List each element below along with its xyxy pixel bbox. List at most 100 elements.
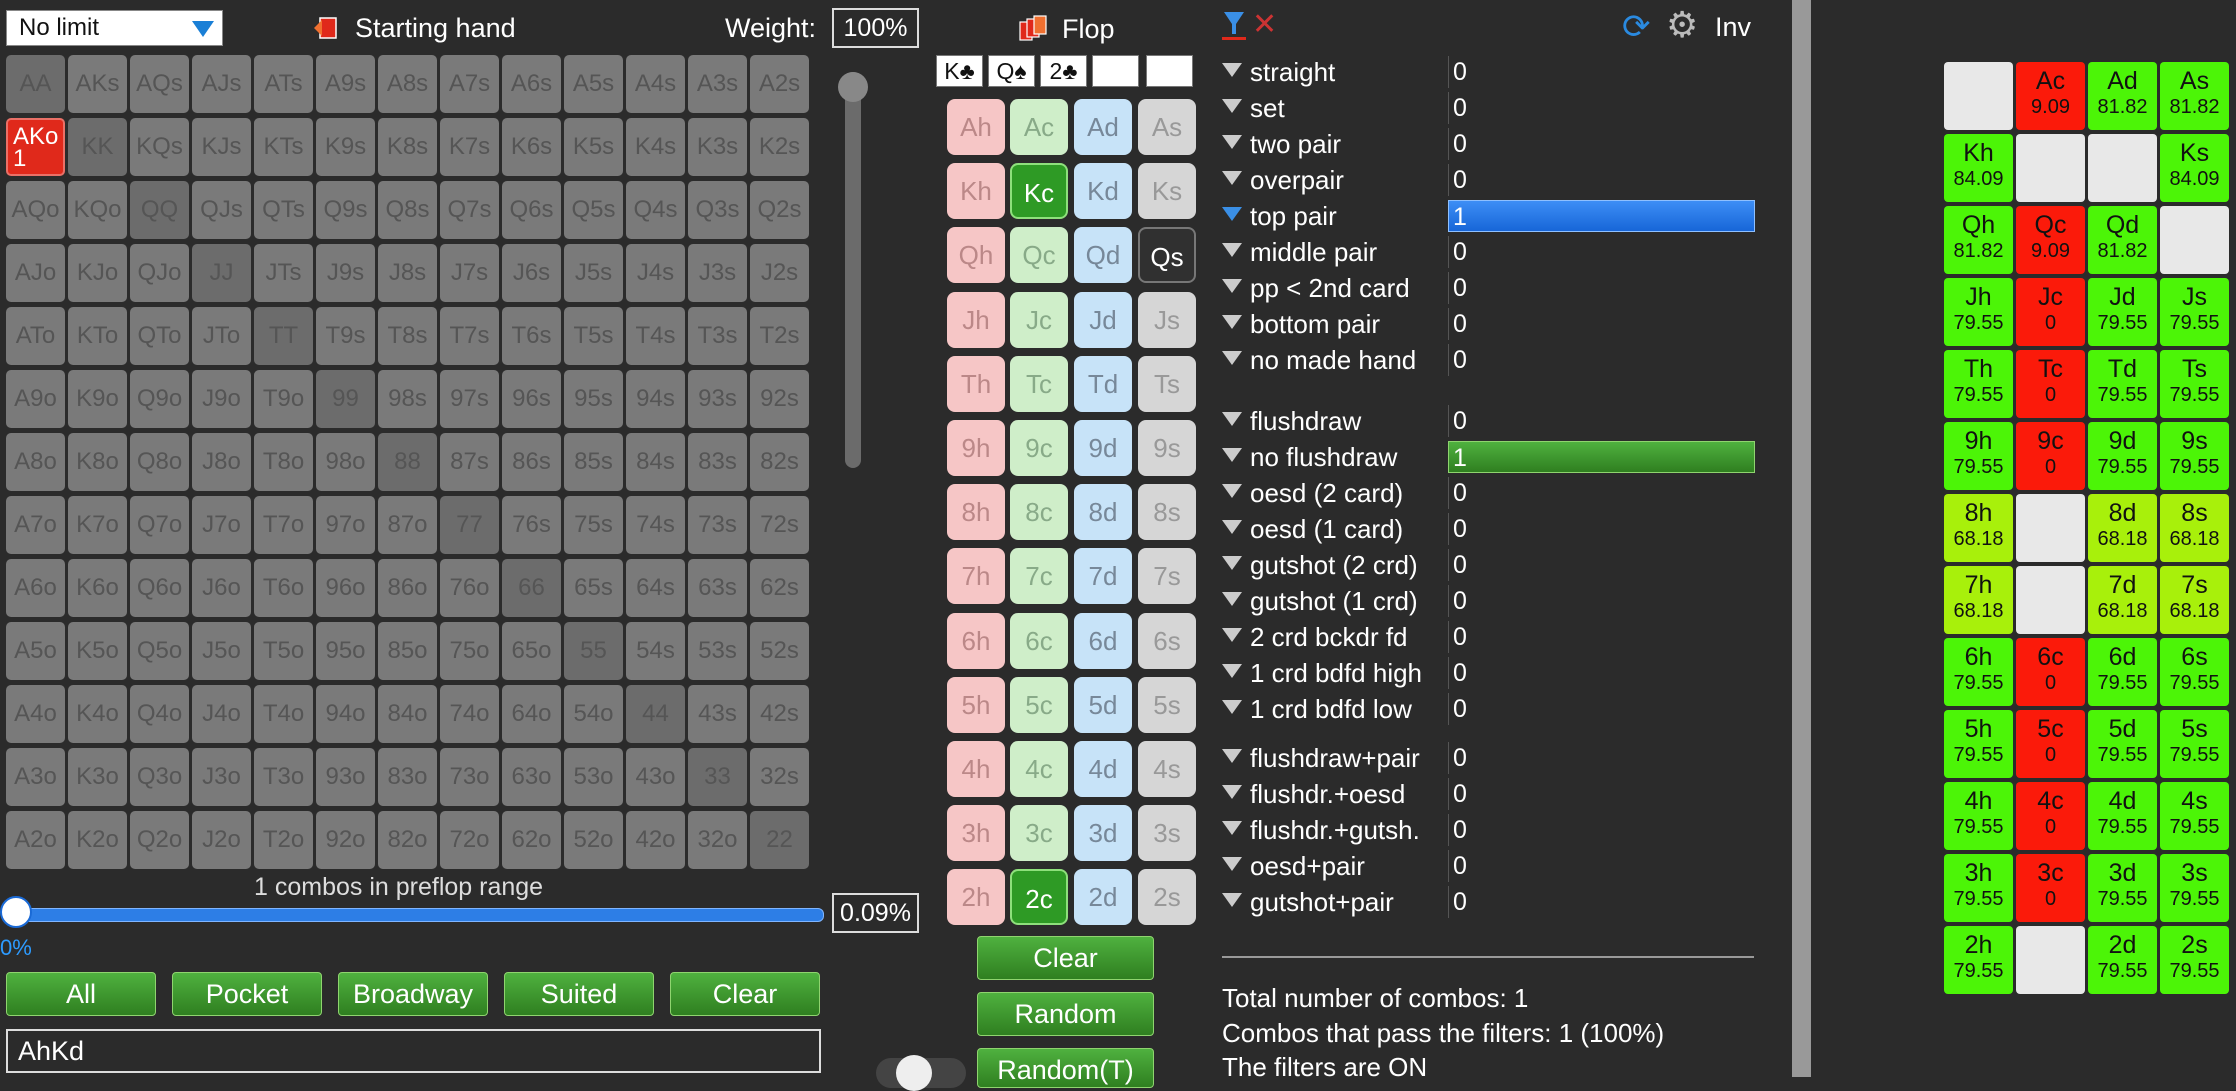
hand-cell[interactable]: 98s bbox=[378, 370, 437, 428]
hand-cell[interactable]: K5s bbox=[564, 118, 623, 176]
filter-icon[interactable] bbox=[1222, 821, 1242, 835]
hand-cell[interactable]: K5o bbox=[68, 622, 127, 680]
hand-cell[interactable]: 93s bbox=[688, 370, 747, 428]
hand-cell[interactable]: 74o bbox=[440, 685, 499, 743]
hand-cell[interactable]: K3o bbox=[68, 748, 127, 806]
clear-filters-icon[interactable]: ✕ bbox=[1252, 10, 1277, 40]
hand-cell[interactable]: Q4s bbox=[626, 181, 685, 239]
hand-cell[interactable]: 54s bbox=[626, 622, 685, 680]
hand-cell[interactable]: K9s bbox=[316, 118, 375, 176]
hand-cell[interactable]: 83o bbox=[378, 748, 437, 806]
equity-cell[interactable]: Tc 0 bbox=[2016, 350, 2085, 418]
filter-row[interactable]: bottom pair bbox=[1222, 307, 1380, 341]
hand-cell[interactable]: A4o bbox=[6, 685, 65, 743]
equity-cell[interactable] bbox=[2016, 926, 2085, 994]
filter-row[interactable]: flushdr.+gutsh. bbox=[1222, 813, 1420, 847]
card-7s[interactable]: 7s bbox=[1138, 548, 1196, 605]
suited-button[interactable]: Suited bbox=[504, 972, 654, 1016]
hand-cell[interactable]: 32o bbox=[688, 811, 747, 869]
hand-cell[interactable]: K7o bbox=[68, 496, 127, 554]
filter-icon[interactable] bbox=[1222, 315, 1242, 329]
hand-cell[interactable]: 87o bbox=[378, 496, 437, 554]
hand-cell[interactable]: 83s bbox=[688, 433, 747, 491]
equity-cell[interactable]: 9c 0 bbox=[2016, 422, 2085, 490]
equity-cell[interactable]: 8d 68.18 bbox=[2088, 494, 2157, 562]
hand-cell[interactable]: A6s bbox=[502, 55, 561, 113]
hand-cell[interactable]: 43s bbox=[688, 685, 747, 743]
hand-cell[interactable]: 92o bbox=[316, 811, 375, 869]
hand-cell[interactable]: A9s bbox=[316, 55, 375, 113]
hand-cell[interactable]: T7o bbox=[254, 496, 313, 554]
filter-row[interactable]: gutshot (2 crd) bbox=[1222, 548, 1418, 582]
filter-row[interactable]: oesd (1 card) bbox=[1222, 512, 1403, 546]
hand-cell[interactable]: 74s bbox=[626, 496, 685, 554]
equity-cell[interactable] bbox=[2160, 206, 2229, 274]
flop-cards-icon[interactable] bbox=[1018, 14, 1048, 44]
starting-hand-icon[interactable] bbox=[312, 14, 340, 42]
filter-row[interactable]: middle pair bbox=[1222, 235, 1377, 269]
hand-cell[interactable]: KQs bbox=[130, 118, 189, 176]
hand-cell[interactable]: A8s bbox=[378, 55, 437, 113]
equity-cell[interactable]: Qc 9.09 bbox=[2016, 206, 2085, 274]
broadway-button[interactable]: Broadway bbox=[338, 972, 488, 1016]
range-slider-track[interactable] bbox=[10, 908, 824, 922]
gear-icon[interactable]: ⚙ bbox=[1666, 6, 1698, 44]
hand-text-input[interactable]: AhKd bbox=[6, 1029, 821, 1073]
hand-cell[interactable]: T3o bbox=[254, 748, 313, 806]
filter-icon[interactable] bbox=[1222, 207, 1242, 221]
hand-cell[interactable]: 98o bbox=[316, 433, 375, 491]
filter-row[interactable]: gutshot+pair bbox=[1222, 885, 1394, 919]
toggle-knob[interactable] bbox=[896, 1055, 932, 1091]
card-5h[interactable]: 5h bbox=[947, 676, 1005, 733]
equity-cell[interactable] bbox=[2016, 566, 2085, 634]
card-7c[interactable]: 7c bbox=[1010, 548, 1068, 605]
hand-cell[interactable]: AA bbox=[6, 55, 65, 113]
hand-cell[interactable]: A2o bbox=[6, 811, 65, 869]
hand-cell[interactable]: AQo bbox=[6, 181, 65, 239]
filter-row[interactable]: 1 crd bdfd low bbox=[1222, 692, 1412, 726]
hand-cell[interactable]: J7s bbox=[440, 244, 499, 302]
equity-cell[interactable]: 6d 79.55 bbox=[2088, 638, 2157, 706]
filter-icon[interactable] bbox=[1222, 556, 1242, 570]
hand-cell[interactable]: 96o bbox=[316, 559, 375, 617]
hand-cell[interactable]: Q8s bbox=[378, 181, 437, 239]
equity-cell[interactable] bbox=[1944, 62, 2013, 130]
hand-cell[interactable]: 65o bbox=[502, 622, 561, 680]
card-6d[interactable]: 6d bbox=[1074, 612, 1132, 669]
filter-icon[interactable] bbox=[1222, 351, 1242, 365]
hand-cell[interactable]: 88 bbox=[378, 433, 437, 491]
hand-cell[interactable]: A5o bbox=[6, 622, 65, 680]
random-t-button[interactable]: Random(T) bbox=[977, 1048, 1154, 1088]
hand-cell[interactable]: K8o bbox=[68, 433, 127, 491]
equity-cell[interactable]: 2s 79.55 bbox=[2160, 926, 2229, 994]
filter-icon[interactable] bbox=[1222, 785, 1242, 799]
hand-cell[interactable]: 93o bbox=[316, 748, 375, 806]
board-card-2[interactable]: Q♠ bbox=[988, 55, 1035, 87]
hand-cell[interactable]: 87s bbox=[440, 433, 499, 491]
equity-cell[interactable]: Ad 81.82 bbox=[2088, 62, 2157, 130]
equity-cell[interactable]: Td 79.55 bbox=[2088, 350, 2157, 418]
hand-cell[interactable]: A3o bbox=[6, 748, 65, 806]
card-Kh[interactable]: Kh bbox=[947, 163, 1005, 220]
filter-icon[interactable] bbox=[1222, 63, 1242, 77]
filter-icon[interactable] bbox=[1222, 749, 1242, 763]
hand-cell[interactable]: J9o bbox=[192, 370, 251, 428]
equity-cell[interactable]: 3h 79.55 bbox=[1944, 854, 2013, 922]
equity-cell[interactable]: Th 79.55 bbox=[1944, 350, 2013, 418]
card-Ah[interactable]: Ah bbox=[947, 99, 1005, 155]
filter-row[interactable]: set bbox=[1222, 91, 1285, 125]
filter-icon[interactable] bbox=[1222, 857, 1242, 871]
hand-cell[interactable]: KTo bbox=[68, 307, 127, 365]
hand-cell[interactable]: K3s bbox=[688, 118, 747, 176]
hand-cell[interactable]: J5s bbox=[564, 244, 623, 302]
card-4h[interactable]: 4h bbox=[947, 741, 1005, 797]
chevron-down-icon[interactable] bbox=[192, 21, 214, 37]
hand-cell[interactable]: J8o bbox=[192, 433, 251, 491]
refresh-icon[interactable]: ⟳ bbox=[1622, 8, 1651, 46]
card-Qd[interactable]: Qd bbox=[1074, 227, 1132, 284]
filter-row[interactable]: 1 crd bdfd high bbox=[1222, 656, 1422, 690]
hand-cell[interactable]: J3s bbox=[688, 244, 747, 302]
hand-cell[interactable]: 55 bbox=[564, 622, 623, 680]
hand-cell[interactable]: QJs bbox=[192, 181, 251, 239]
hand-cell[interactable]: 44 bbox=[626, 685, 685, 743]
